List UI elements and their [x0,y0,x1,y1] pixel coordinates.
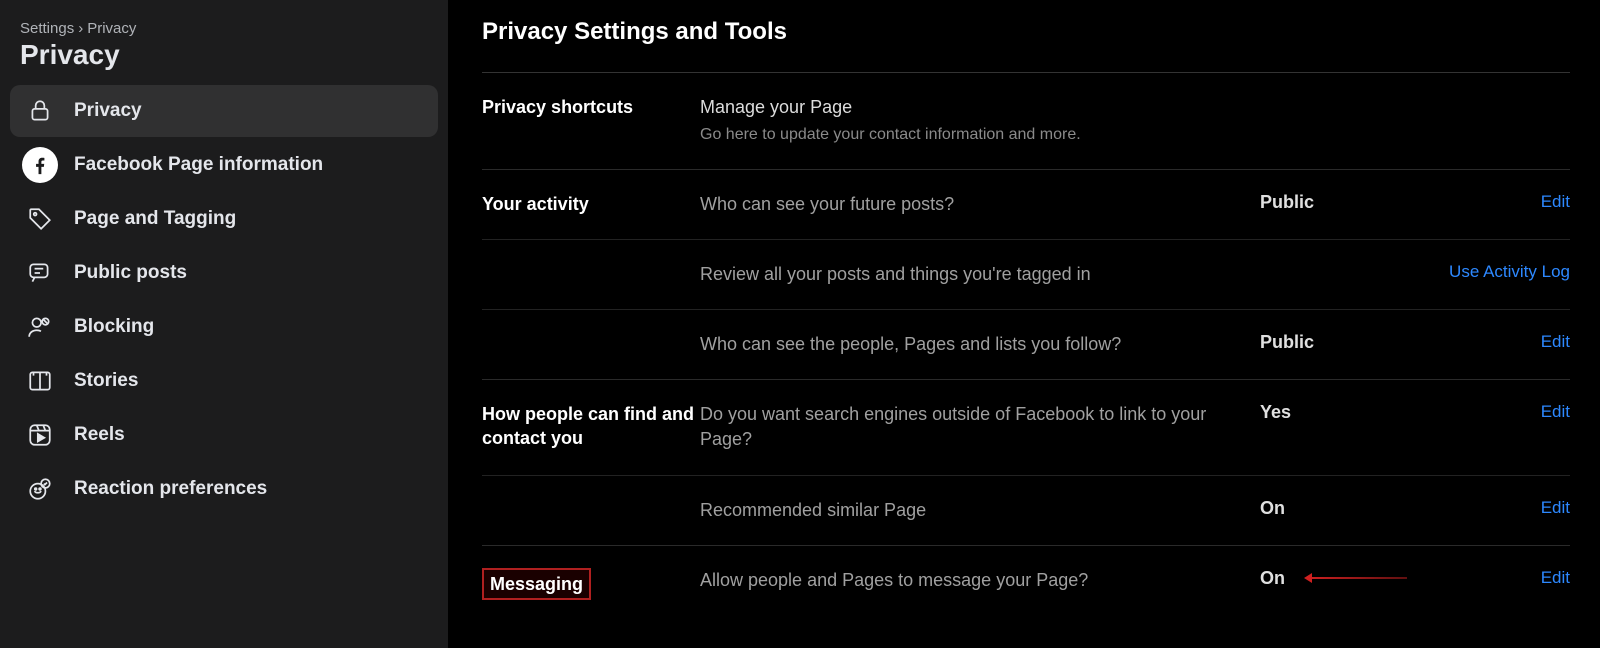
sidebar-item-privacy[interactable]: Privacy [10,85,438,137]
sidebar-item-label: Privacy [74,100,142,122]
breadcrumb[interactable]: Settings›Privacy [10,10,438,37]
messaging-desc: Allow people and Pages to message your P… [700,568,1260,593]
contact-value-1: On [1260,498,1440,519]
activity-desc-2: Who can see the people, Pages and lists … [700,332,1260,357]
row-contact-search-engines: How people can find and contact you Do y… [482,379,1570,474]
edit-link[interactable]: Edit [1541,498,1570,517]
contact-desc-1: Recommended similar Page [700,498,1260,523]
row-activity-review: . Review all your posts and things you'r… [482,239,1570,309]
annotation-arrow-icon [1307,577,1407,579]
stories-icon [22,363,58,399]
section-heading-shortcuts: Privacy shortcuts [482,95,700,119]
sidebar-item-label: Facebook Page information [74,154,323,176]
sidebar-item-page-and-tagging[interactable]: Page and Tagging [10,193,438,245]
page-title: Privacy [10,37,438,85]
sidebar-item-label: Reels [74,424,125,446]
breadcrumb-root[interactable]: Settings [20,20,74,37]
reels-icon [22,417,58,453]
contact-desc-0: Do you want search engines outside of Fa… [700,402,1260,452]
contact-value-0: Yes [1260,402,1440,423]
activity-desc-0: Who can see your future posts? [700,192,1260,217]
edit-link[interactable]: Edit [1541,402,1570,421]
sidebar-item-reels[interactable]: Reels [10,409,438,461]
sidebar-item-stories[interactable]: Stories [10,355,438,407]
section-heading-activity: Your activity [482,192,700,216]
activity-log-link[interactable]: Use Activity Log [1449,262,1570,281]
section-heading-messaging: Messaging [482,568,591,600]
sidebar-item-label: Blocking [74,316,154,338]
sidebar-item-reaction-preferences[interactable]: Reaction preferences [10,463,438,515]
activity-value-0: Public [1260,192,1440,213]
main-content: Privacy Settings and Tools Privacy short… [448,0,1600,648]
sidebar-item-label: Page and Tagging [74,208,236,230]
shortcuts-primary[interactable]: Manage your Page [700,95,1240,120]
sidebar-item-page-information[interactable]: Facebook Page information [10,139,438,191]
row-activity-follow: . Who can see the people, Pages and list… [482,309,1570,379]
reaction-icon [22,471,58,507]
edit-link[interactable]: Edit [1541,192,1570,211]
messaging-value: On [1260,568,1285,589]
edit-link[interactable]: Edit [1541,568,1570,587]
row-privacy-shortcuts: Privacy shortcuts Manage your Page Go he… [482,72,1570,169]
sidebar-nav: Privacy Facebook Page information Page a… [10,85,438,515]
sidebar-item-blocking[interactable]: Blocking [10,301,438,353]
facebook-icon [22,147,58,183]
sidebar: Settings›Privacy Privacy Privacy Faceboo… [0,0,448,648]
sidebar-item-label: Public posts [74,262,187,284]
edit-link[interactable]: Edit [1541,332,1570,351]
main-title: Privacy Settings and Tools [482,18,1570,46]
breadcrumb-current[interactable]: Privacy [87,20,136,37]
activity-desc-1: Review all your posts and things you're … [700,262,1260,287]
blocking-icon [22,309,58,345]
tag-icon [22,201,58,237]
row-activity-future-posts: Your activity Who can see your future po… [482,169,1570,239]
section-heading-contact: How people can find and contact you [482,402,700,451]
activity-value-2: Public [1260,332,1440,353]
shortcuts-secondary: Go here to update your contact informati… [700,124,1240,146]
row-contact-recommended: . Recommended similar Page On Edit [482,475,1570,545]
row-messaging: Messaging Allow people and Pages to mess… [482,545,1570,622]
sidebar-item-label: Reaction preferences [74,478,267,500]
lock-icon [22,93,58,129]
public-posts-icon [22,255,58,291]
sidebar-item-label: Stories [74,370,138,392]
sidebar-item-public-posts[interactable]: Public posts [10,247,438,299]
